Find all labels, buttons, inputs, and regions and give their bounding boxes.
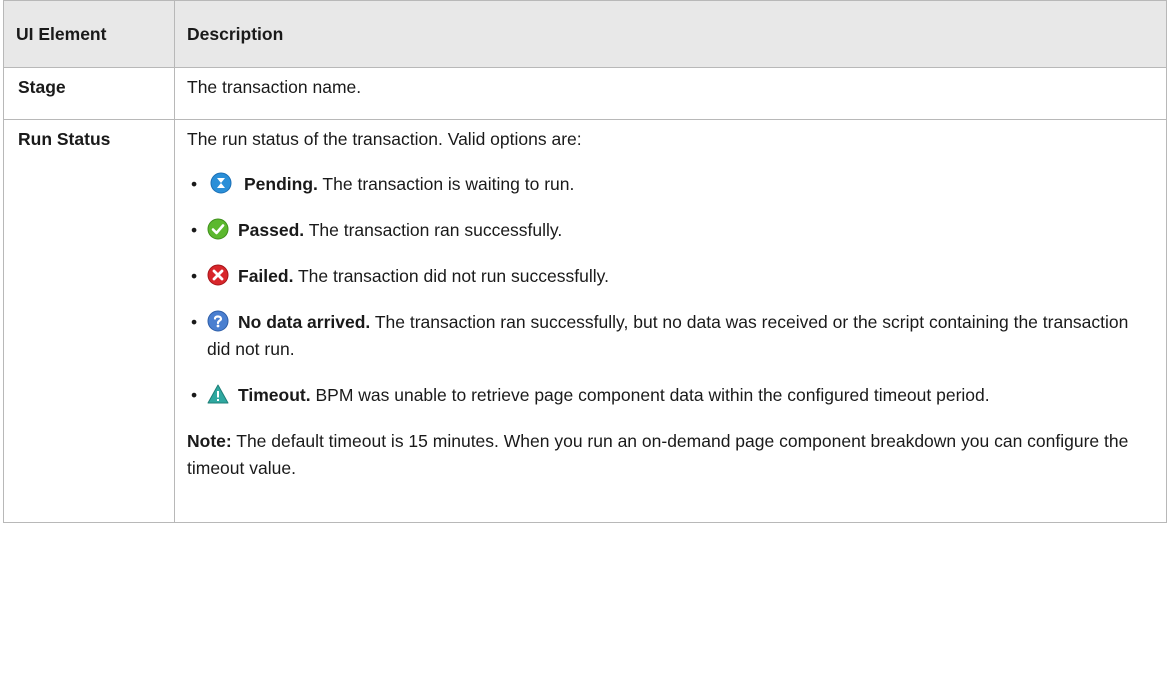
list-item-no-data: • No data arrived. The transaction ran s… bbox=[187, 309, 1154, 363]
description-stage: The transaction name. bbox=[174, 67, 1167, 120]
list-item-pending: • Pending. The transaction is waiting to… bbox=[187, 171, 1154, 198]
element-name-run-status: Run Status bbox=[3, 119, 175, 523]
list-item-timeout: • Timeout. BPM was unable to retrieve pa… bbox=[187, 382, 1154, 409]
bullet-dot: • bbox=[191, 385, 198, 405]
status-text-timeout: BPM was unable to retrieve page componen… bbox=[310, 385, 990, 405]
description-run-status: The run status of the transaction. Valid… bbox=[174, 119, 1167, 523]
status-name-failed: Failed. bbox=[238, 266, 294, 286]
status-name-pending: Pending. bbox=[244, 174, 318, 194]
element-name-stage: Stage bbox=[3, 67, 175, 120]
list-item-failed: • Failed. The transaction did not run su… bbox=[187, 263, 1154, 290]
note-label: Note: bbox=[187, 431, 232, 451]
timeout-warning-icon bbox=[207, 383, 229, 405]
passed-check-icon bbox=[207, 218, 229, 240]
status-text-failed: The transaction did not run successfully… bbox=[293, 266, 609, 286]
status-options-list: • Pending. The transaction is waiting to… bbox=[187, 171, 1154, 409]
note-paragraph: Note: The default timeout is 15 minutes.… bbox=[187, 428, 1154, 522]
list-item-passed: • Passed. The transaction ran successful… bbox=[187, 217, 1154, 244]
header-ui-element: UI Element bbox=[3, 0, 175, 68]
status-name-timeout: Timeout. bbox=[238, 385, 311, 405]
note-text: The default timeout is 15 minutes. When … bbox=[187, 431, 1129, 478]
status-text-passed: The transaction ran successfully. bbox=[304, 220, 563, 240]
table-header-row: UI Element Description bbox=[3, 0, 1167, 68]
bullet-dot: • bbox=[191, 266, 198, 286]
pending-icon bbox=[210, 172, 232, 194]
no-data-question-icon bbox=[207, 310, 229, 332]
status-text-pending: The transaction is waiting to run. bbox=[317, 174, 575, 194]
bullet-dot: • bbox=[191, 312, 198, 332]
ui-element-table: UI Element Description Stage The transac… bbox=[3, 0, 1167, 523]
status-name-no-data: No data arrived. bbox=[238, 312, 371, 332]
run-status-intro: The run status of the transaction. Valid… bbox=[187, 129, 582, 149]
table-row-stage: Stage The transaction name. bbox=[3, 67, 1167, 120]
header-description: Description bbox=[174, 0, 1167, 68]
status-name-passed: Passed. bbox=[238, 220, 305, 240]
table-row-run-status: Run Status The run status of the transac… bbox=[3, 119, 1167, 523]
bullet-dot: • bbox=[191, 220, 198, 240]
bullet-dot: • bbox=[191, 174, 198, 194]
failed-x-icon bbox=[207, 264, 229, 286]
